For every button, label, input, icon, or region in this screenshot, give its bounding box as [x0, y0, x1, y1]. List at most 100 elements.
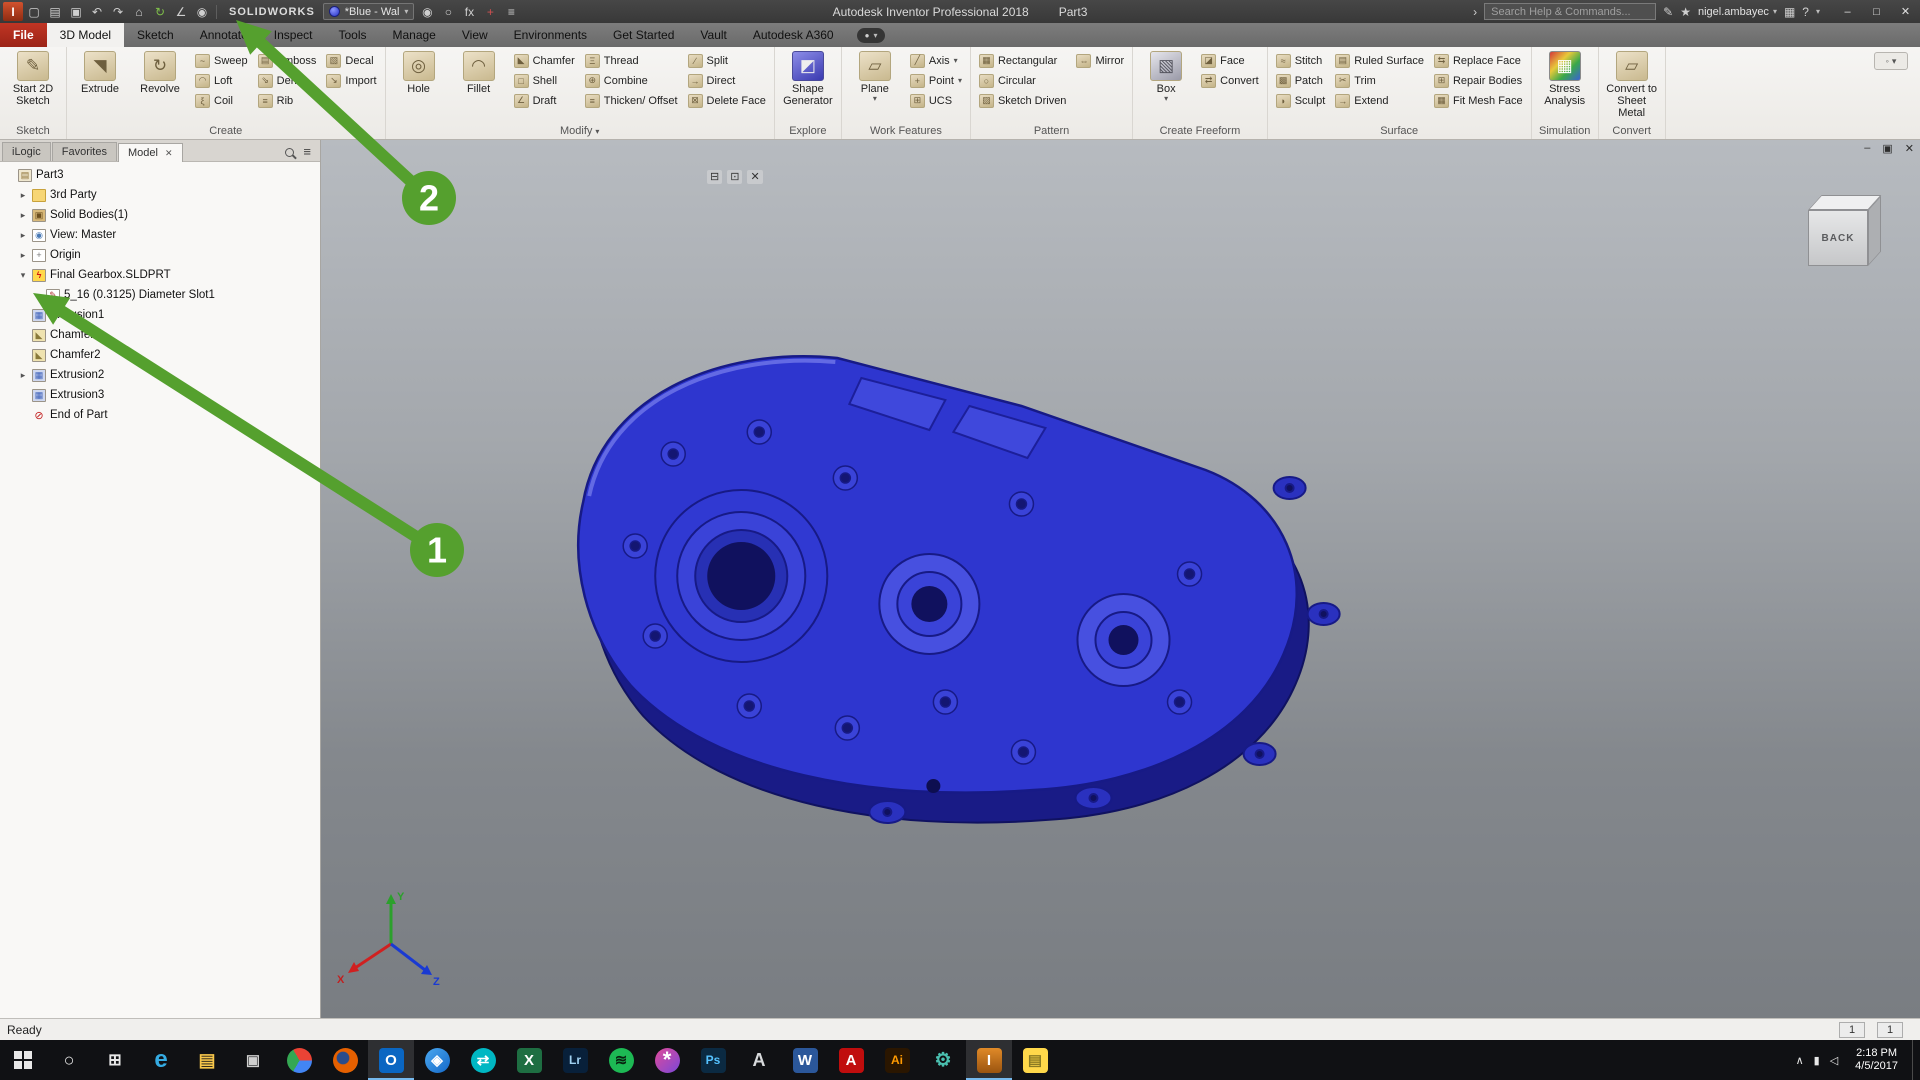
browser-tab-model[interactable]: Model✕ [118, 143, 183, 162]
material-button[interactable]: ◉ [192, 2, 212, 21]
button-convert-to-sheet-metal[interactable]: ▱Convert to Sheet Metal [1603, 49, 1661, 119]
start-icon[interactable] [0, 1040, 46, 1080]
button-patch[interactable]: ▩Patch [1272, 71, 1330, 90]
button-chamfer[interactable]: ◣Chamfer [510, 51, 579, 70]
expand-icon[interactable]: ▸ [18, 230, 28, 241]
group-label-sketch[interactable]: Sketch [4, 123, 62, 139]
button-trim[interactable]: ✂Trim [1331, 71, 1428, 90]
chrome-icon[interactable] [276, 1040, 322, 1080]
tab-environments[interactable]: Environments [501, 23, 600, 47]
button-delete-face[interactable]: ⊠Delete Face [684, 91, 770, 110]
button-circular[interactable]: ○Circular [975, 71, 1070, 90]
button-stitch[interactable]: ≈Stitch [1272, 51, 1330, 70]
measure-button[interactable]: ∠ [171, 2, 191, 21]
cortana-icon[interactable]: ○ [46, 1040, 92, 1080]
button-revolve[interactable]: ↻Revolve [131, 49, 189, 95]
tree-item-part3[interactable]: ▤Part3 [0, 165, 320, 185]
tree-item-final-gearbox-sldprt[interactable]: ▾ϟFinal Gearbox.SLDPRT [0, 265, 320, 285]
button-decal[interactable]: ▧Decal [322, 51, 380, 70]
viewcube[interactable]: BACK [1806, 184, 1892, 270]
tab-view[interactable]: View [449, 23, 501, 47]
appearance-dropdown[interactable]: *Blue - Wal ▾ [323, 3, 415, 20]
inventor-icon[interactable]: I [966, 1040, 1012, 1080]
appearance-sphere-button[interactable]: ◉ [417, 2, 437, 21]
button-coil[interactable]: ξCoil [191, 91, 252, 110]
group-label-simulation[interactable]: Simulation [1536, 123, 1594, 139]
open-button[interactable]: ▤ [45, 2, 65, 21]
button-import[interactable]: ↘Import [322, 71, 380, 90]
tab-annotate[interactable]: Annotate [187, 23, 261, 47]
browser-tab-ilogic[interactable]: iLogic [2, 142, 51, 161]
redo-button[interactable]: ↷ [108, 2, 128, 21]
autodesk-icon[interactable]: A [736, 1040, 782, 1080]
word-icon[interactable]: W [782, 1040, 828, 1080]
user-account-menu[interactable]: nigel.ambayec ▾ [1698, 6, 1777, 18]
help-icon[interactable]: ? [1802, 5, 1809, 19]
tab-sketch[interactable]: Sketch [124, 23, 187, 47]
button-convert[interactable]: ⇄Convert [1197, 71, 1263, 90]
tab-get-started[interactable]: Get Started [600, 23, 687, 47]
button-loft[interactable]: ◠Loft [191, 71, 252, 90]
lightroom-icon[interactable]: Lr [552, 1040, 598, 1080]
close-button[interactable]: ✕ [1891, 0, 1920, 23]
show-desktop-button[interactable] [1912, 1040, 1918, 1080]
battery-icon[interactable]: ▮ [1811, 1054, 1823, 1067]
expand-icon[interactable]: ▸ [18, 210, 28, 221]
asterisk-app-icon[interactable]: * [644, 1040, 690, 1080]
button-thread[interactable]: ΞThread [581, 51, 682, 70]
viewcube-front-face[interactable]: BACK [1808, 210, 1868, 266]
task-view-icon[interactable]: ⊞ [92, 1040, 138, 1080]
tree-item-end-of-part[interactable]: ⊘End of Part [0, 405, 320, 425]
sticky-notes-icon[interactable]: ▤ [1012, 1040, 1058, 1080]
collapse-icon[interactable]: ▾ [18, 270, 28, 281]
group-label-pattern[interactable]: Pattern [975, 123, 1128, 139]
tree-item-view-master[interactable]: ▸◉View: Master [0, 225, 320, 245]
tree-item-3rd-party[interactable]: ▸3rd Party [0, 185, 320, 205]
acrobat-icon[interactable]: A [828, 1040, 874, 1080]
excel-icon[interactable]: X [506, 1040, 552, 1080]
tree-item-solid-bodies-1[interactable]: ▸▣Solid Bodies(1) [0, 205, 320, 225]
doc-restore-icon[interactable]: ⊡ [727, 170, 742, 184]
group-label-explore[interactable]: Explore [779, 123, 837, 139]
button-direct[interactable]: →Direct [684, 71, 770, 90]
spotify-icon[interactable]: ≋ [598, 1040, 644, 1080]
adjust-appearance-button[interactable]: ○ [438, 2, 458, 21]
expand-icon[interactable]: ▸ [18, 250, 28, 261]
doc-maximize-icon[interactable]: ▣ [1882, 142, 1892, 155]
button-rectangular[interactable]: ▦Rectangular [975, 51, 1070, 70]
tab-autodesk-a360[interactable]: Autodesk A360 [740, 23, 847, 47]
minimize-button[interactable]: – [1833, 0, 1862, 23]
group-label-modify[interactable]: Modify▾ [390, 123, 770, 139]
button-draft[interactable]: ∠Draft [510, 91, 579, 110]
tree-item-extrusion1[interactable]: ▦Extrusion1 [0, 305, 320, 325]
doc-minimize-icon[interactable]: – [1864, 142, 1870, 155]
sync-app-icon[interactable]: ⇄ [460, 1040, 506, 1080]
button-fillet[interactable]: ◠Fillet [450, 49, 508, 95]
button-hole[interactable]: ◎Hole [390, 49, 448, 95]
volume-icon[interactable]: ◁ [1827, 1054, 1841, 1067]
save-button[interactable]: ▣ [66, 2, 86, 21]
button-shape-generator[interactable]: ◩Shape Generator [779, 49, 837, 107]
button-ruled-surface[interactable]: ▤Ruled Surface [1331, 51, 1428, 70]
taskbar-clock[interactable]: 2:18 PM 4/5/2017 [1847, 1047, 1906, 1073]
group-label-surface[interactable]: Surface [1272, 123, 1527, 139]
button-point[interactable]: +Point▾ [906, 71, 966, 90]
tab-3d-model[interactable]: 3D Model [47, 23, 124, 47]
appearance-list-button[interactable]: ≡ [501, 2, 521, 21]
button-ucs[interactable]: ⊞UCS [906, 91, 966, 110]
button-combine[interactable]: ⊕Combine [581, 71, 682, 90]
cart-icon[interactable]: ▦ [1784, 5, 1795, 19]
group-label-convert[interactable]: Convert [1603, 123, 1661, 139]
button-face[interactable]: ◪Face [1197, 51, 1263, 70]
a360-sync-status[interactable]: ● ▾ [857, 28, 886, 43]
group-label-work-features[interactable]: Work Features [846, 123, 966, 139]
group-label-create-freeform[interactable]: Create Freeform [1137, 123, 1263, 139]
safari-icon[interactable]: ◈ [414, 1040, 460, 1080]
button-shell[interactable]: □Shell [510, 71, 579, 90]
outlook-icon[interactable]: O [368, 1040, 414, 1080]
button-plane[interactable]: ▱Plane▾ [846, 49, 904, 103]
solidworks-icon[interactable]: ⚙ [920, 1040, 966, 1080]
tab-file[interactable]: File [0, 23, 47, 47]
photoshop-icon[interactable]: Ps [690, 1040, 736, 1080]
viewport-canvas[interactable] [321, 140, 1920, 1018]
